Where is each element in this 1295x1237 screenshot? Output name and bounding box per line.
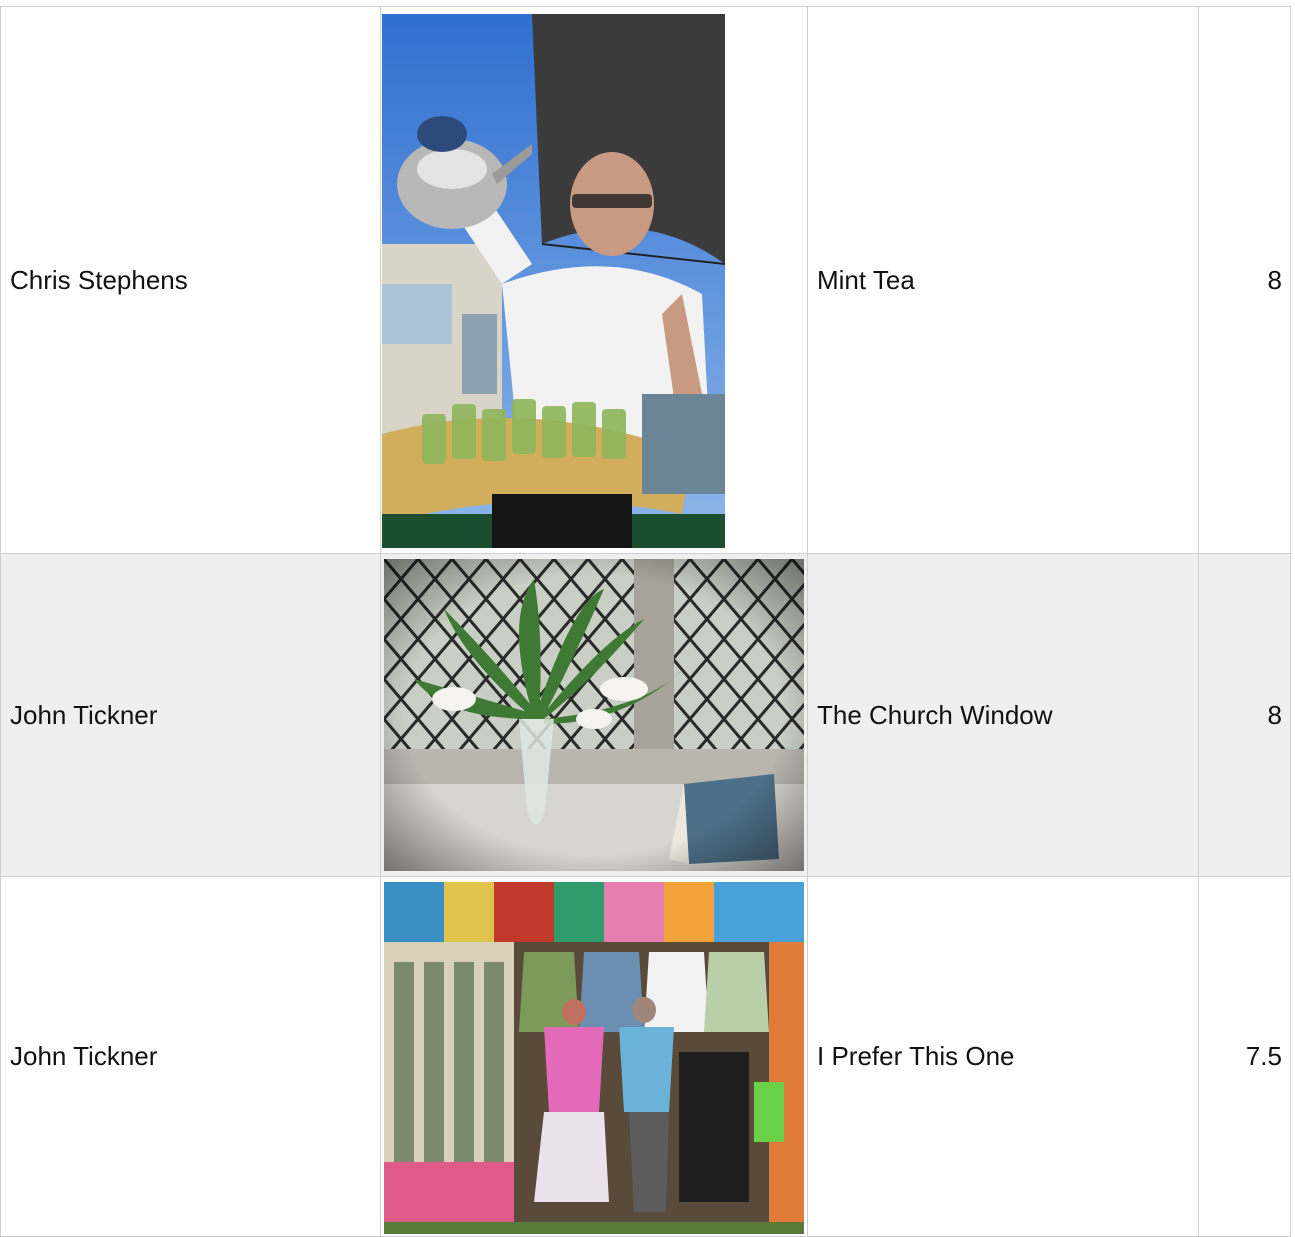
table-row: John Tickner <box>0 876 1291 1237</box>
title-cell: Mint Tea <box>807 6 1199 554</box>
score-cell: 7.5 <box>1198 876 1291 1237</box>
results-table: Chris Stephens Mint Tea 8 John Tickner T… <box>0 6 1291 1237</box>
author-cell: John Tickner <box>0 876 381 1237</box>
table-row: John Tickner <box>0 553 1291 877</box>
photo-cell <box>380 6 808 554</box>
photo-church-window <box>384 559 804 871</box>
author-cell: Chris Stephens <box>0 6 381 554</box>
score-cell: 8 <box>1198 553 1291 877</box>
photo-cell <box>380 553 808 877</box>
table-row: Chris Stephens Mint Tea 8 <box>0 6 1291 554</box>
photo-market-stall <box>384 881 804 1234</box>
photo-mint-tea <box>382 14 725 548</box>
title-cell: The Church Window <box>807 553 1199 877</box>
author-cell: John Tickner <box>0 553 381 877</box>
title-cell: I Prefer This One <box>807 876 1199 1237</box>
photo-cell <box>380 876 808 1237</box>
score-cell: 8 <box>1198 6 1291 554</box>
